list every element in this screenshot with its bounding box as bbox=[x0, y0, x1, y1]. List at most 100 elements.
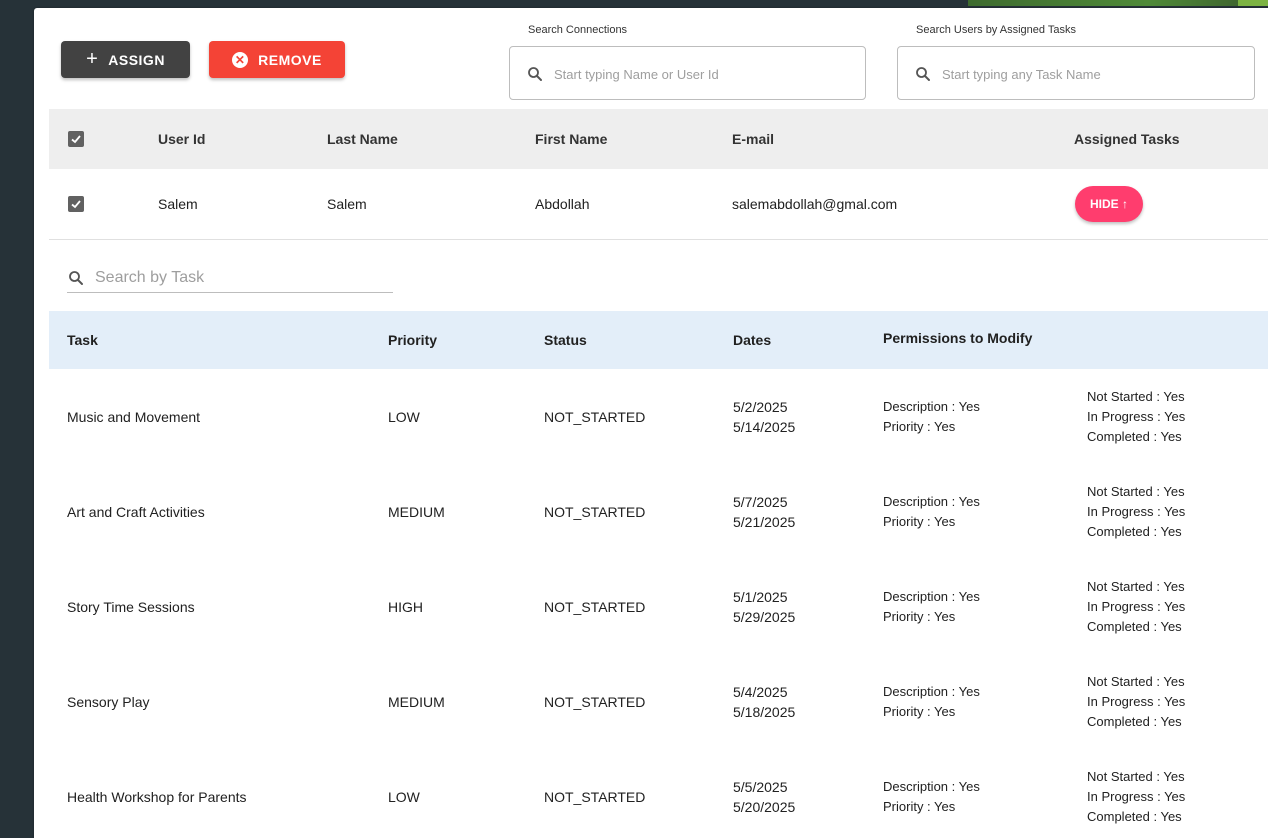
task-status-permissions-cell: Not Started : Yes In Progress : Yes Comple… bbox=[1087, 672, 1185, 732]
header-last-name[interactable]: Last Name bbox=[327, 131, 398, 147]
task-name-cell: Music and Movement bbox=[67, 408, 201, 425]
check-icon bbox=[71, 200, 81, 209]
task-start-date: 5/2/2025 bbox=[733, 398, 788, 415]
assign-button[interactable]: + ASSIGN bbox=[61, 41, 190, 78]
search-users-by-tasks-placeholder: Start typing any Task Name bbox=[942, 66, 1101, 82]
task-permissions-cell: Description : Yes Priority : Yes bbox=[883, 587, 980, 627]
task-start-date: 5/4/2025 bbox=[733, 683, 788, 700]
header-assigned-tasks: Assigned Tasks bbox=[1074, 131, 1180, 147]
task-row[interactable]: Story Time Sessions HIGH NOT_STARTED 5/1/20… bbox=[49, 559, 1268, 655]
task-start-date: 5/5/2025 bbox=[733, 778, 788, 795]
permission-completed: Completed : Yes bbox=[1087, 523, 1182, 539]
search-connections-label: Search Connections bbox=[526, 24, 630, 36]
permission-in-progress: In Progress : Yes bbox=[1087, 788, 1186, 804]
task-dates-cell: 5/1/2025 5/29/2025 bbox=[733, 587, 795, 627]
header-task[interactable]: Task bbox=[67, 332, 98, 348]
task-status-permissions-cell: Not Started : Yes In Progress : Yes Comple… bbox=[1087, 577, 1185, 637]
assign-button-label: ASSIGN bbox=[108, 51, 165, 68]
task-permissions-cell: Description : Yes Priority : Yes bbox=[883, 492, 980, 532]
task-permissions-cell: Description : Yes Priority : Yes bbox=[883, 682, 980, 722]
task-row[interactable]: Sensory Play MEDIUM NOT_STARTED 5/4/2025 5/1… bbox=[49, 654, 1268, 750]
remove-button-label: REMOVE bbox=[258, 51, 322, 68]
task-name-cell: Health Workshop for Parents bbox=[67, 788, 247, 805]
permission-description: Description : Yes bbox=[883, 778, 980, 794]
user-row[interactable]: Salem Salem Abdollah salemabdollah@gmal.… bbox=[49, 169, 1268, 240]
permission-in-progress: In Progress : Yes bbox=[1087, 503, 1186, 519]
search-icon bbox=[916, 67, 930, 81]
last-name-cell: Salem bbox=[327, 196, 367, 212]
task-status-cell: NOT_STARTED bbox=[544, 598, 646, 615]
permission-completed: Completed : Yes bbox=[1087, 428, 1182, 444]
task-permissions-cell: Description : Yes Priority : Yes bbox=[883, 777, 980, 817]
task-status-cell: NOT_STARTED bbox=[544, 503, 646, 520]
permission-description: Description : Yes bbox=[883, 398, 980, 414]
task-end-date: 5/18/2025 bbox=[733, 703, 796, 720]
task-permissions-cell: Description : Yes Priority : Yes bbox=[883, 397, 980, 437]
header-email[interactable]: E-mail bbox=[732, 131, 774, 147]
header-permissions: Permissions to Modify bbox=[883, 330, 1033, 347]
task-end-date: 5/21/2025 bbox=[733, 513, 796, 530]
header-status[interactable]: Status bbox=[544, 332, 587, 348]
task-status-permissions-cell: Not Started : Yes In Progress : Yes Comple… bbox=[1087, 767, 1185, 827]
task-priority-cell: LOW bbox=[388, 408, 420, 425]
header-priority[interactable]: Priority bbox=[388, 332, 437, 348]
task-dates-cell: 5/5/2025 5/20/2025 bbox=[733, 777, 795, 817]
first-name-cell: Abdollah bbox=[535, 196, 590, 212]
permission-priority: Priority : Yes bbox=[883, 608, 956, 624]
permission-in-progress: In Progress : Yes bbox=[1087, 693, 1186, 709]
row-checkbox[interactable] bbox=[68, 196, 84, 212]
task-priority-cell: LOW bbox=[388, 788, 420, 805]
remove-button[interactable]: ✕ REMOVE bbox=[209, 41, 345, 78]
task-dates-cell: 5/2/2025 5/14/2025 bbox=[733, 397, 795, 437]
permission-completed: Completed : Yes bbox=[1087, 618, 1182, 634]
task-priority-cell: MEDIUM bbox=[388, 693, 445, 710]
task-name-cell: Art and Craft Activities bbox=[67, 503, 205, 520]
task-status-cell: NOT_STARTED bbox=[544, 788, 646, 805]
task-row[interactable]: Health Workshop for Parents LOW NOT_STARTE… bbox=[49, 749, 1268, 838]
permission-not-started: Not Started : Yes bbox=[1087, 673, 1185, 689]
search-icon bbox=[528, 67, 542, 81]
permission-in-progress: In Progress : Yes bbox=[1087, 598, 1186, 614]
task-search-placeholder: Search by Task bbox=[95, 269, 205, 286]
permission-priority: Priority : Yes bbox=[883, 703, 956, 719]
task-start-date: 5/1/2025 bbox=[733, 588, 788, 605]
assign-panel: + ASSIGN ✕ REMOVE Search Connections Sta… bbox=[34, 8, 1268, 838]
permission-in-progress: In Progress : Yes bbox=[1087, 408, 1186, 424]
permission-not-started: Not Started : Yes bbox=[1087, 388, 1185, 404]
header-first-name[interactable]: First Name bbox=[535, 131, 607, 147]
task-priority-cell: HIGH bbox=[388, 598, 423, 615]
permission-not-started: Not Started : Yes bbox=[1087, 578, 1185, 594]
email-cell: salemabdollah@gmal.com bbox=[732, 196, 898, 212]
search-users-by-tasks-label: Search Users by Assigned Tasks bbox=[914, 24, 1078, 36]
top-accent-bar bbox=[968, 0, 1268, 6]
task-search-input[interactable]: Search by Task bbox=[67, 264, 393, 293]
search-connections-placeholder: Start typing Name or User Id bbox=[554, 66, 719, 82]
top-strip bbox=[0, 0, 1268, 6]
permission-priority: Priority : Yes bbox=[883, 798, 956, 814]
task-row[interactable]: Music and Movement LOW NOT_STARTED 5/2/2025… bbox=[49, 369, 1268, 465]
header-dates[interactable]: Dates bbox=[733, 332, 771, 348]
task-name-cell: Story Time Sessions bbox=[67, 598, 195, 615]
task-status-cell: NOT_STARTED bbox=[544, 693, 646, 710]
task-status-permissions-cell: Not Started : Yes In Progress : Yes Comple… bbox=[1087, 387, 1185, 447]
permission-not-started: Not Started : Yes bbox=[1087, 768, 1185, 784]
plus-icon: + bbox=[86, 47, 99, 70]
permission-not-started: Not Started : Yes bbox=[1087, 483, 1185, 499]
tasks-table-header: Task Priority Status Dates Permissions t… bbox=[49, 311, 1268, 369]
task-name-cell: Sensory Play bbox=[67, 693, 150, 710]
search-users-by-tasks-input[interactable]: Search Users by Assigned Tasks Start typ… bbox=[897, 24, 1255, 100]
user-id-cell: Salem bbox=[158, 196, 198, 212]
permission-completed: Completed : Yes bbox=[1087, 713, 1182, 729]
permission-description: Description : Yes bbox=[883, 588, 980, 604]
permission-priority: Priority : Yes bbox=[883, 513, 956, 529]
search-connections-input[interactable]: Search Connections Start typing Name or … bbox=[509, 24, 866, 100]
header-user-id[interactable]: User Id bbox=[158, 131, 205, 147]
users-table-header: User Id Last Name First Name E-mail Assi… bbox=[49, 109, 1268, 169]
task-row[interactable]: Art and Craft Activities MEDIUM NOT_STARTE… bbox=[49, 464, 1268, 560]
task-priority-cell: MEDIUM bbox=[388, 503, 445, 520]
hide-tasks-button[interactable]: HIDE ↑ bbox=[1075, 186, 1143, 222]
select-all-checkbox[interactable] bbox=[68, 131, 84, 147]
task-dates-cell: 5/7/2025 5/21/2025 bbox=[733, 492, 795, 532]
task-end-date: 5/29/2025 bbox=[733, 608, 796, 625]
permission-description: Description : Yes bbox=[883, 683, 980, 699]
